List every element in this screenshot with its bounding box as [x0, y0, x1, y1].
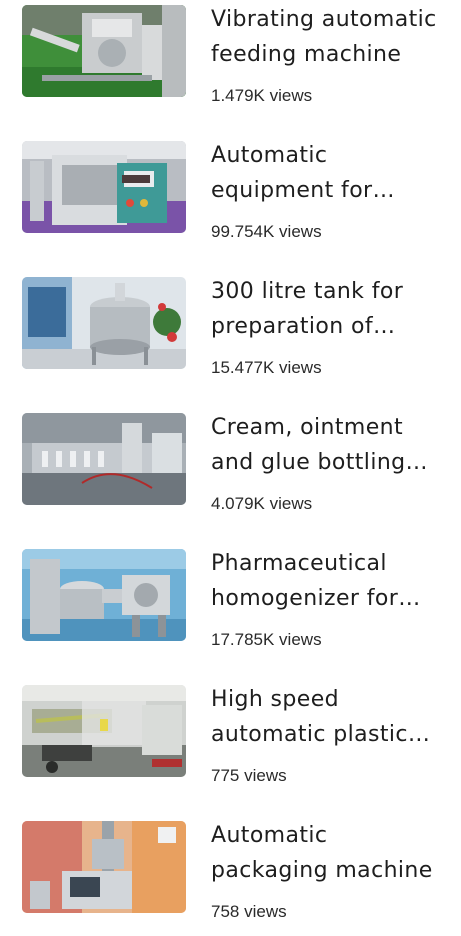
view-count: 1.479K views: [211, 86, 313, 105]
video-thumbnail[interactable]: [22, 685, 186, 777]
video-item[interactable]: Automatic packaging machine 758 views: [0, 816, 461, 936]
tank-thumbnail-icon: [22, 277, 186, 369]
bottling-thumbnail-icon: [22, 413, 186, 505]
packaging-thumbnail-icon: [22, 821, 186, 913]
view-count: 775 views: [211, 766, 287, 785]
view-count: 99.754K views: [211, 222, 322, 241]
machine-thumbnail-icon: [22, 5, 186, 97]
video-list: Vibrating automatic feeding machine 1.47…: [0, 0, 461, 925]
video-item[interactable]: Cream, ointment and glue bottling machin…: [0, 408, 461, 528]
video-title[interactable]: Cream, ointment and glue bottling machin…: [211, 410, 443, 480]
video-title[interactable]: Automatic equipment for capsule filling: [211, 138, 443, 208]
video-title[interactable]: Pharmaceutical homogenizer for powders: [211, 546, 443, 616]
video-item[interactable]: Pharmaceutical homogenizer for powders 1…: [0, 544, 461, 664]
view-count: 4.079K views: [211, 494, 313, 513]
homogenizer-thumbnail-icon: [22, 549, 186, 641]
video-item[interactable]: Vibrating automatic feeding machine 1.47…: [0, 0, 461, 120]
video-title[interactable]: 300 litre tank for preparation of liquid…: [211, 274, 443, 344]
video-thumbnail[interactable]: [22, 277, 186, 369]
video-item[interactable]: High speed automatic plastic packing lin…: [0, 680, 461, 800]
view-count: 15.477K views: [211, 358, 322, 377]
packing-line-thumbnail-icon: [22, 685, 186, 777]
video-thumbnail[interactable]: [22, 141, 186, 233]
video-thumbnail[interactable]: [22, 5, 186, 97]
view-count: 17.785K views: [211, 630, 322, 649]
video-item[interactable]: Automatic equipment for capsule filling …: [0, 136, 461, 256]
video-item[interactable]: 300 litre tank for preparation of liquid…: [0, 272, 461, 392]
view-count: 758 views: [211, 902, 287, 921]
machine-thumbnail-icon: [22, 141, 186, 233]
video-title[interactable]: High speed automatic plastic packing lin…: [211, 682, 443, 752]
video-thumbnail[interactable]: [22, 821, 186, 913]
video-thumbnail[interactable]: [22, 549, 186, 641]
video-title[interactable]: Vibrating automatic feeding machine: [211, 2, 443, 72]
video-title[interactable]: Automatic packaging machine: [211, 818, 443, 888]
video-thumbnail[interactable]: [22, 413, 186, 505]
